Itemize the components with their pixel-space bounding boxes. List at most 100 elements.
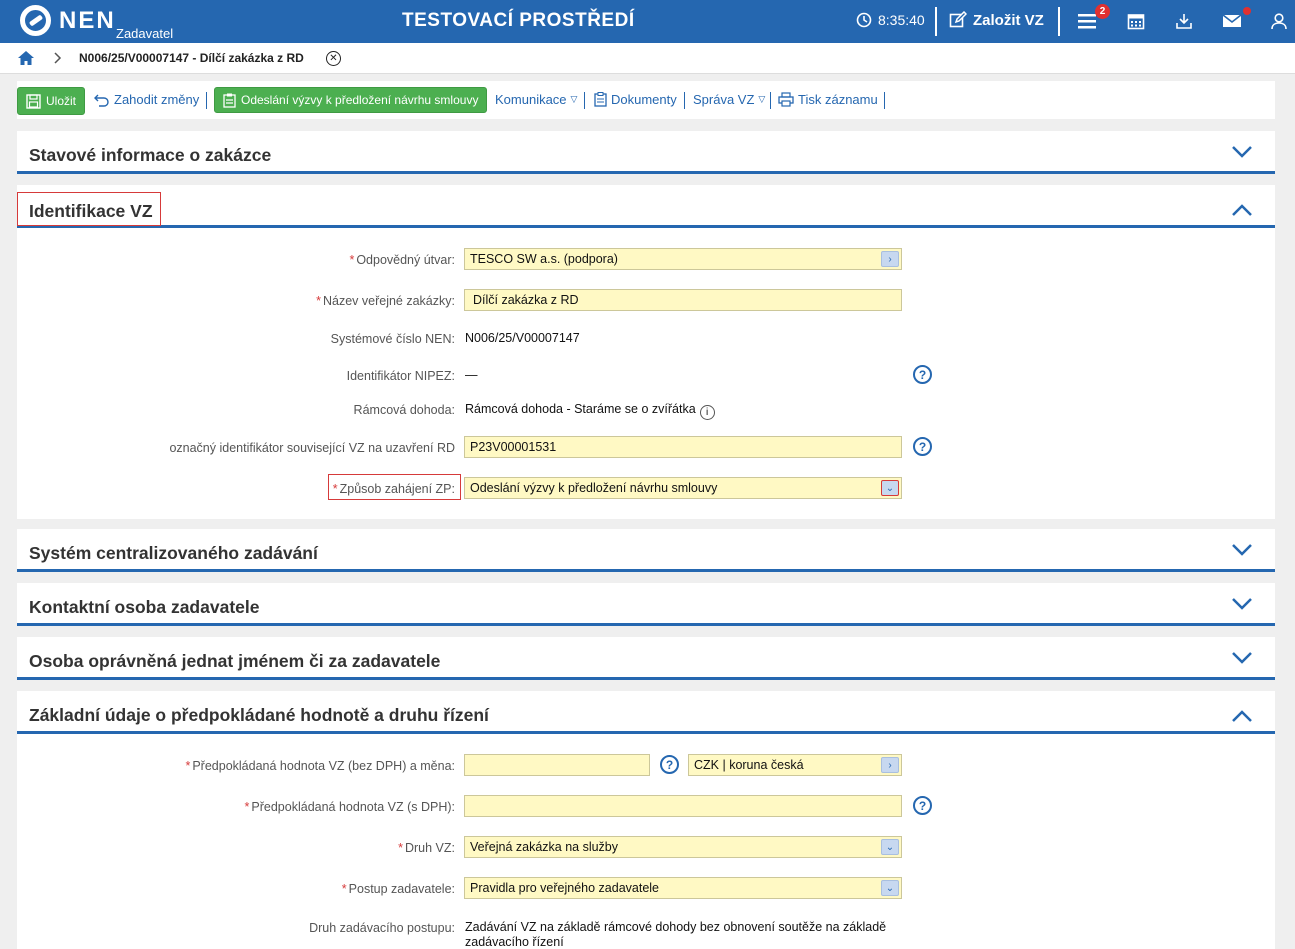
field-label: * Druh VZ: — [398, 841, 455, 855]
chevron-right-icon[interactable]: › — [881, 251, 899, 267]
save-label: Uložit — [46, 94, 77, 108]
chevron-up-icon[interactable] — [1231, 203, 1253, 217]
notification-badge: 2 — [1095, 4, 1110, 19]
row-estimated-value-vat: * Předpokládaná hodnota VZ (s DPH): ? — [17, 795, 1275, 819]
documents-link[interactable]: Dokumenty — [594, 92, 677, 107]
triangle-down-icon: ▽ — [570, 94, 578, 104]
home-icon[interactable] — [17, 50, 35, 69]
section-contact: Kontaktní osoba zadavatele — [17, 583, 1275, 626]
estimated-value-vat-input[interactable] — [464, 795, 902, 817]
user-icon[interactable] — [1268, 10, 1290, 32]
related-id-input[interactable]: P23V00001531 — [464, 436, 902, 458]
contract-type-select[interactable]: Veřejná zakázka na služby ⌄ — [464, 836, 902, 858]
section-header[interactable]: Systém centralizovaného zadávání — [17, 529, 1275, 572]
toolbar-divider — [684, 92, 685, 109]
currency-select[interactable]: CZK | koruna česká › — [688, 754, 902, 776]
section-header[interactable]: Základní údaje o předpokládané hodnotě a… — [17, 691, 1275, 734]
help-icon[interactable]: ? — [913, 365, 932, 384]
save-button[interactable]: Uložit — [17, 87, 86, 115]
section-title: Stavové informace o zakázce — [29, 145, 272, 165]
field-value: Veřejná zakázka na služby — [470, 840, 619, 854]
field-label: Systémové číslo NEN: — [330, 332, 455, 346]
help-icon[interactable]: ? — [660, 755, 679, 774]
download-icon[interactable] — [1173, 10, 1195, 32]
communication-label: Komunikace — [495, 92, 567, 107]
section-authorized: Osoba oprávněná jednat jménem či za zada… — [17, 637, 1275, 680]
field-value: Odeslání výzvy k předložení návrhu smlou… — [470, 481, 718, 495]
row-related-id: označný identifikátor související VZ na … — [17, 436, 1275, 460]
breadcrumb-current[interactable]: N006/25/V00007147 - Dílčí zakázka z RD — [79, 51, 304, 65]
chevron-down-icon[interactable]: ⌄ — [881, 839, 899, 855]
chevron-down-icon[interactable] — [1231, 543, 1253, 557]
field-label: * Způsob zahájení ZP: — [332, 482, 455, 496]
row-procedure: * Postup zadavatele: Pravidla pro veřejné… — [17, 877, 1275, 901]
environment-title: TESTOVACÍ PROSTŘEDÍ — [402, 10, 635, 31]
mail-icon[interactable] — [1221, 10, 1243, 32]
print-record-link[interactable]: Tisk záznamu — [778, 92, 878, 107]
chevron-down-icon[interactable] — [1231, 597, 1253, 611]
procurement-kind-value: Zadávání VZ na základě rámcové dohody be… — [465, 920, 887, 949]
section-title: Identifikace VZ — [29, 201, 153, 221]
section-title: Systém centralizovaného zadávání — [29, 543, 318, 563]
manage-vz-menu[interactable]: Správa VZ ▽ — [693, 92, 765, 107]
row-nipez: Identifikátor NIPEZ: — ? — [17, 364, 1275, 388]
mail-unread-dot — [1243, 7, 1251, 15]
section-title: Osoba oprávněná jednat jménem či za zada… — [29, 651, 441, 671]
row-procurement-kind: Druh zadávacího postupu: Zadávání VZ na … — [17, 916, 1275, 949]
field-label: * Postup zadavatele: — [341, 882, 455, 896]
section-status: Stavové informace o zakázce — [17, 131, 1275, 174]
info-icon[interactable]: i — [699, 405, 715, 420]
contract-name-input[interactable]: Dílčí zakázka z RD — [464, 289, 902, 311]
clock-time: 8:35:40 — [878, 12, 925, 28]
start-method-select[interactable]: Odeslání výzvy k předložení návrhu smlou… — [464, 477, 902, 499]
field-label: * Předpokládaná hodnota VZ (bez DPH) a mě… — [185, 759, 455, 773]
chevron-right-icon[interactable]: › — [881, 757, 899, 773]
row-contract-name: * Název veřejné zakázky: Dílčí zakázka z … — [17, 289, 1275, 313]
section-header[interactable]: Osoba oprávněná jednat jménem či za zada… — [17, 637, 1275, 680]
clock-icon — [856, 12, 872, 28]
section-header[interactable]: Kontaktní osoba zadavatele — [17, 583, 1275, 626]
section-centralized: Systém centralizovaného zadávání — [17, 529, 1275, 572]
toolbar-divider — [584, 92, 585, 109]
responsible-unit-field[interactable]: TESCO SW a.s. (podpora) › — [464, 248, 902, 270]
chevron-down-icon[interactable]: ⌄ — [881, 880, 899, 896]
field-label: * Název veřejné zakázky: — [316, 294, 455, 308]
section-identification: Identifikace VZ * Odpovědný útvar: TESCO … — [17, 185, 1275, 519]
toolbar-divider — [206, 92, 207, 109]
help-icon[interactable]: ? — [913, 796, 932, 815]
logo-text[interactable]: NEN — [59, 7, 116, 35]
row-start-method: * Způsob zahájení ZP: Odeslání výzvy k př… — [17, 474, 1275, 501]
nen-logo-icon[interactable] — [20, 5, 51, 36]
send-invitation-button[interactable]: Odeslání výzvy k předložení návrhu smlou… — [214, 87, 488, 113]
close-tab-icon[interactable]: ✕ — [326, 51, 341, 66]
toolbar-divider — [884, 92, 885, 109]
row-contract-type: * Druh VZ: Veřejná zakázka na služby ⌄ — [17, 836, 1275, 860]
calendar-icon[interactable] — [1125, 10, 1147, 32]
estimated-value-input[interactable] — [464, 754, 650, 776]
undo-icon — [94, 94, 109, 107]
nipez-value: — — [465, 368, 478, 382]
section-header[interactable]: Identifikace VZ — [17, 185, 1275, 228]
help-icon[interactable]: ? — [913, 437, 932, 456]
documents-label: Dokumenty — [611, 92, 677, 107]
create-vz-button[interactable]: Založit VZ — [949, 11, 1044, 29]
discard-changes-link[interactable]: Zahodit změny — [93, 92, 199, 107]
action-toolbar: Uložit Zahodit změny Odeslání výzvy k př… — [17, 81, 1275, 119]
manage-vz-label: Správa VZ — [693, 92, 755, 107]
field-value: CZK | koruna česká — [694, 758, 804, 772]
clipboard-icon — [223, 93, 236, 108]
row-framework: Rámcová dohoda: Rámcová dohoda - Staráme… — [17, 398, 1275, 422]
header-divider — [1058, 7, 1060, 36]
session-clock: 8:35:40 — [856, 12, 925, 28]
procedure-select[interactable]: Pravidla pro veřejného zadavatele ⌄ — [464, 877, 902, 899]
system-number-value: N006/25/V00007147 — [465, 331, 580, 345]
row-system-number: Systémové číslo NEN: N006/25/V00007147 — [17, 327, 1275, 351]
section-header[interactable]: Stavové informace o zakázce — [17, 131, 1275, 174]
logo-subtitle: Zadavatel — [116, 26, 174, 41]
chevron-down-icon[interactable] — [1231, 651, 1253, 665]
chevron-down-icon[interactable]: ⌄ — [881, 480, 899, 496]
chevron-up-icon[interactable] — [1231, 709, 1253, 723]
chevron-down-icon[interactable] — [1231, 145, 1253, 159]
communication-menu[interactable]: Komunikace ▽ — [495, 92, 577, 107]
create-vz-label: Založit VZ — [973, 11, 1044, 29]
